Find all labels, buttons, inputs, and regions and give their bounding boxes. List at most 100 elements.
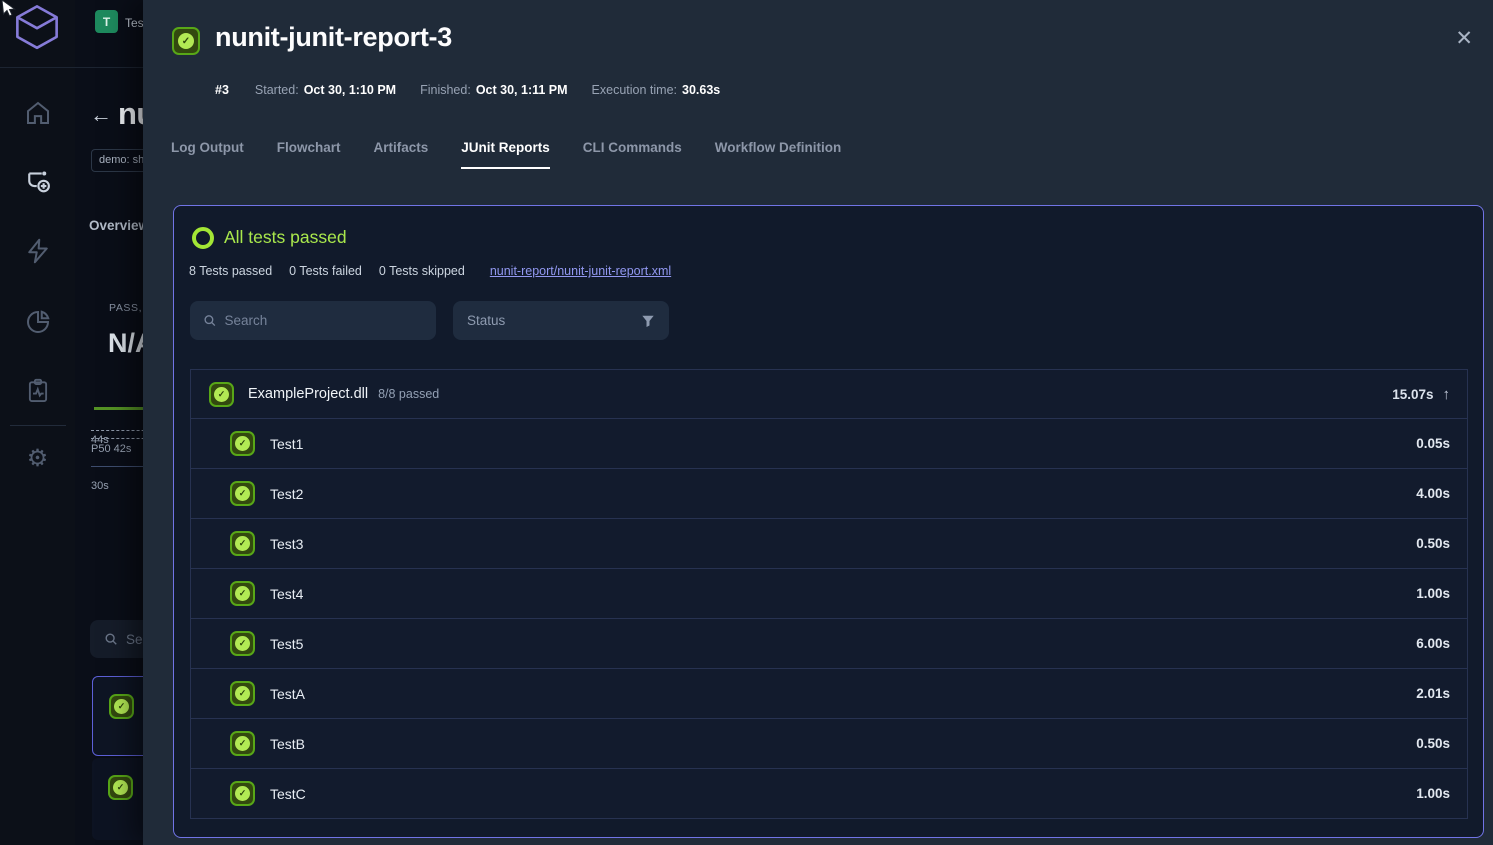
check-icon: ✓ [114,699,129,714]
test-success-badge-icon: ✓ [230,431,255,456]
check-icon: ✓ [235,586,250,601]
test-counts-row: 8 Tests passed 0 Tests failed 0 Tests sk… [189,264,671,278]
test-name: Test2 [270,486,303,502]
test-search-box[interactable] [190,301,436,340]
test-name: TestB [270,736,305,752]
gear-icon: ⚙ [27,447,49,471]
suite-success-badge-icon: ✓ [209,382,234,407]
status-filter-label: Status [467,313,505,328]
check-icon: ✓ [235,486,250,501]
home-icon [23,98,53,128]
test-duration: 0.50s [1416,536,1450,551]
execution-meta-row: #3 Started: Oct 30, 1:10 PM Finished: Oc… [215,83,744,97]
avatar-letter: T [103,15,110,29]
background-stat-p50: P50 42s [91,443,131,455]
tests-failed-count: 0 Tests failed [289,264,362,278]
tests-skipped-count: 0 Tests skipped [379,264,465,278]
test-row[interactable]: ✓ Test3 0.50s [191,518,1467,568]
junit-report-panel: All tests passed 8 Tests passed 0 Tests … [173,205,1484,838]
tenant-avatar[interactable]: T [95,10,118,33]
finished-value: Oct 30, 1:11 PM [476,83,568,97]
test-name: TestA [270,686,305,702]
sidebar-item-settings[interactable]: ⚙ [0,447,75,471]
report-file-link[interactable]: nunit-report/nunit-junit-report.xml [490,264,671,278]
flow-create-icon [23,166,53,196]
close-icon[interactable]: ✕ [1455,26,1473,51]
suite-duration: 15.07s [1392,387,1433,402]
tab-workflow-definition[interactable]: Workflow Definition [715,140,842,169]
success-badge-icon: ✓ [108,775,133,800]
test-row[interactable]: ✓ Test4 1.00s [191,568,1467,618]
check-icon: ✓ [235,786,250,801]
test-row[interactable]: ✓ Test2 4.00s [191,468,1467,518]
test-duration: 0.05s [1416,436,1450,451]
test-success-badge-icon: ✓ [230,731,255,756]
clipboard-report-icon [23,376,53,406]
check-icon: ✓ [214,387,229,402]
sidebar-item-reports[interactable] [0,376,75,406]
check-icon: ✓ [235,736,250,751]
tab-cli-commands[interactable]: CLI Commands [583,140,682,169]
tab-artifacts[interactable]: Artifacts [374,140,429,169]
status-filter-select[interactable]: Status [453,301,669,340]
test-success-badge-icon: ✓ [230,531,255,556]
sidebar-item-flows[interactable] [0,166,75,196]
test-success-badge-icon: ✓ [230,681,255,706]
sidebar-item-dashboards[interactable] [0,307,75,337]
sidebar-item-home[interactable] [0,98,75,128]
test-row[interactable]: ✓ Test5 6.00s [191,618,1467,668]
test-duration: 1.00s [1416,586,1450,601]
sidebar-item-executions[interactable] [0,236,75,266]
report-status-title: All tests passed [224,227,347,248]
started-label: Started: [255,83,299,97]
test-duration: 4.00s [1416,486,1450,501]
lightning-bolt-icon [23,236,53,266]
test-row[interactable]: ✓ Test1 0.05s [191,418,1467,468]
test-success-badge-icon: ✓ [230,481,255,506]
tenant-label: Tes [125,16,144,30]
test-success-badge-icon: ✓ [230,781,255,806]
tab-log-output[interactable]: Log Output [171,140,244,169]
test-success-badge-icon: ✓ [230,581,255,606]
modal-title: nunit-junit-report-3 [215,22,452,53]
success-badge-icon: ✓ [109,694,134,719]
status-ring-icon [192,227,214,249]
filter-funnel-icon [641,314,655,328]
test-search-input[interactable] [225,313,423,328]
started-value: Oct 30, 1:10 PM [304,83,396,97]
test-success-badge-icon: ✓ [230,631,255,656]
execution-time-label: Execution time: [592,83,677,97]
search-icon [104,632,118,646]
test-suite-row[interactable]: ✓ ExampleProject.dll 8/8 passed 15.07s ↑ [191,370,1467,418]
tests-passed-count: 8 Tests passed [189,264,272,278]
tab-flowchart[interactable]: Flowchart [277,140,341,169]
screen: ⚙ T Tes ← nu demo: sh Overview PASS, N/A… [0,0,1493,845]
sort-up-icon[interactable]: ↑ [1443,386,1451,403]
check-icon: ✓ [235,536,250,551]
search-icon [203,313,217,328]
check-icon: ✓ [235,436,250,451]
execution-success-badge-icon: ✓ [172,27,200,55]
test-duration: 0.50s [1416,736,1450,751]
test-row[interactable]: ✓ TestA 2.01s [191,668,1467,718]
test-results-table: ✓ ExampleProject.dll 8/8 passed 15.07s ↑… [190,369,1468,819]
app-logo-cube-icon[interactable] [12,2,62,55]
test-name: TestC [270,786,306,802]
test-row[interactable]: ✓ TestB 0.50s [191,718,1467,768]
suite-summary: 8/8 passed [378,387,439,401]
finished-label: Finished: [420,83,471,97]
test-row[interactable]: ✓ TestC 1.00s [191,768,1467,818]
back-arrow-icon[interactable]: ← [90,102,112,128]
background-card-label: PASS, [109,302,142,314]
test-name: Test5 [270,636,303,652]
test-name: Test4 [270,586,303,602]
test-duration: 2.01s [1416,686,1450,701]
check-icon: ✓ [235,686,250,701]
background-stat-30s: 30s [91,480,109,492]
execution-detail-modal: ✓ nunit-junit-report-3 ✕ #3 Started: Oct… [143,0,1493,845]
tab-overview-background[interactable]: Overview [89,218,149,233]
tab-junit-reports[interactable]: JUnit Reports [461,140,550,169]
check-icon: ✓ [178,33,194,49]
suite-name: ExampleProject.dll [248,386,368,402]
modal-tabs: Log Output Flowchart Artifacts JUnit Rep… [171,140,841,169]
